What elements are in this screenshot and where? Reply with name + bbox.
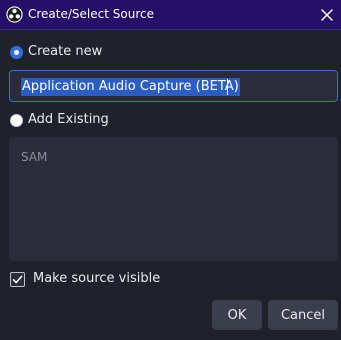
title-bar: Create/Select Source: [0, 0, 341, 30]
make-visible-label[interactable]: Make source visible: [33, 271, 160, 286]
source-name-value: Application Audio Capture (BETA): [21, 78, 240, 96]
cancel-button[interactable]: Cancel: [268, 300, 338, 330]
existing-sources-list[interactable]: SAM: [9, 137, 338, 261]
add-existing-label[interactable]: Add Existing: [28, 112, 109, 127]
make-visible-checkbox[interactable]: [10, 272, 25, 287]
add-existing-radio[interactable]: [10, 114, 23, 127]
close-button[interactable]: [313, 0, 341, 29]
ok-button[interactable]: OK: [212, 300, 262, 330]
obs-logo-icon: [6, 6, 23, 23]
close-icon: [321, 8, 333, 21]
checkmark-icon: [12, 275, 23, 284]
create-new-radio[interactable]: [10, 46, 23, 59]
source-name-input[interactable]: Application Audio Capture (BETA): [9, 70, 338, 102]
window-title: Create/Select Source: [28, 7, 154, 21]
list-item[interactable]: SAM: [21, 150, 47, 164]
text-caret: [227, 79, 228, 95]
create-new-label[interactable]: Create new: [28, 44, 102, 59]
